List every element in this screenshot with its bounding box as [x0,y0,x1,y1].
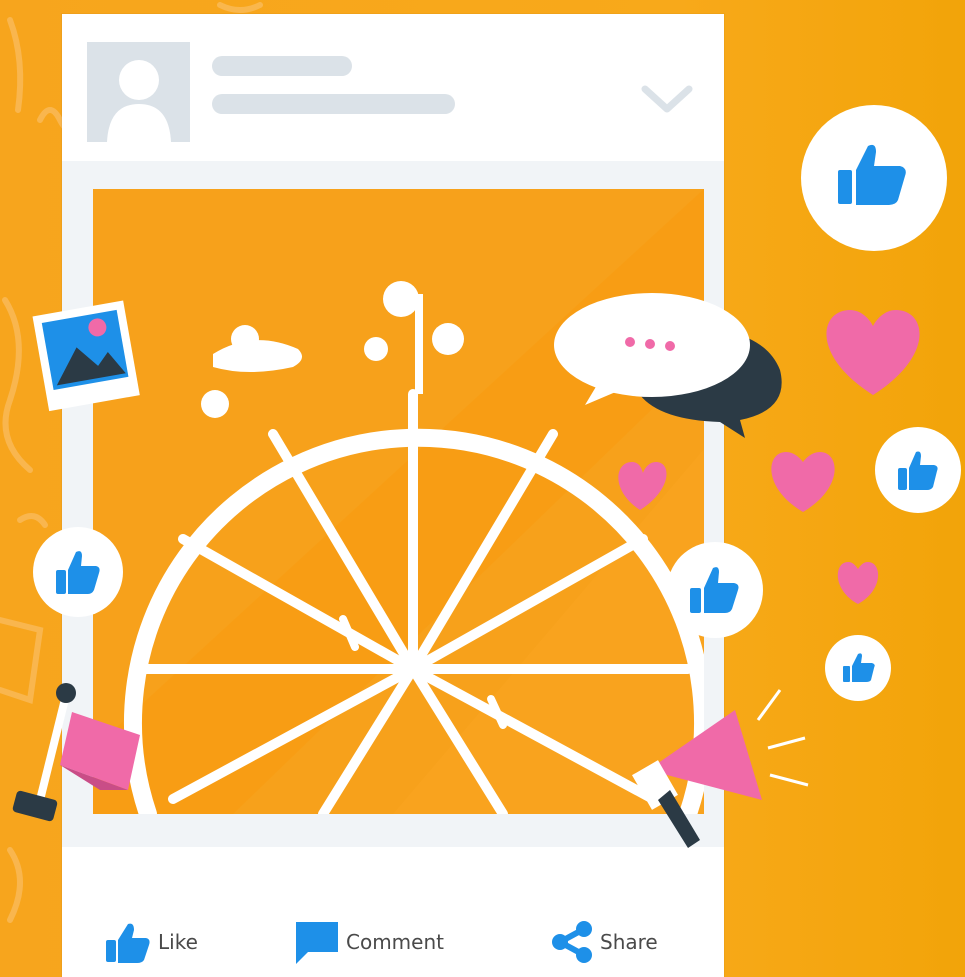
megaphone-icon [632,689,809,848]
heart-icon [618,462,667,510]
thumbs-up-icon [33,527,123,617]
photo-icon [32,300,140,412]
speech-bubble-icon [554,293,782,438]
flag-icon [12,683,140,822]
thumbs-up-icon [825,635,891,701]
heart-icon [771,452,835,512]
floating-decorations [12,105,961,848]
thumbs-up-icon [801,105,947,251]
thumbs-up-icon [667,542,763,638]
heart-icon [837,562,879,604]
thumbs-up-icon [875,427,961,513]
heart-icon [826,310,920,395]
